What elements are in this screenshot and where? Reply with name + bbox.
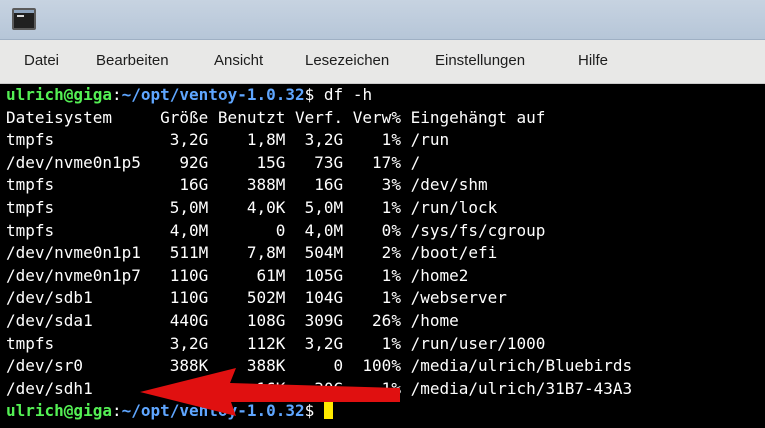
prompt-separator: : xyxy=(111,85,122,104)
menu-bearbeiten[interactable]: Bearbeiten xyxy=(96,52,169,69)
menu-einstellungen[interactable]: Einstellungen xyxy=(435,52,525,69)
prompt-path: ~/opt/ventoy-1.0.32 xyxy=(121,85,305,104)
output-line: /dev/nvme0n1p7 110G 61M 105G 1% /home2 xyxy=(6,265,469,285)
output-line: /dev/nvme0n1p1 511M 7,8M 504M 2% /boot/e… xyxy=(6,243,498,263)
menu-ansicht[interactable]: Ansicht xyxy=(214,52,263,69)
output-line: tmpfs 3,2G 112K 3,2G 1% /run/user/1000 xyxy=(6,333,546,353)
text-cursor xyxy=(323,400,333,420)
terminal-output[interactable]: ulrich@giga:~/opt/ventoy-1.0.32$ df -h D… xyxy=(0,84,765,428)
output-line: /dev/sda1 440G 108G 309G 26% /home xyxy=(6,311,459,330)
command-line: ulrich@giga:~/opt/ventoy-1.0.32$ df -h xyxy=(6,84,372,107)
output-line: tmpfs 16G 388M 16G 3% /dev/shm xyxy=(6,175,488,195)
output-line: tmpfs 3,2G 1,8M 3,2G 1% /run xyxy=(6,130,450,150)
prompt-user: ulrich@giga xyxy=(6,85,112,104)
terminal-window: Datei Bearbeiten Ansicht Lesezeichen Ein… xyxy=(0,0,765,428)
prompt-line: ulrich@giga:~/opt/ventoy-1.0.32$ xyxy=(6,400,333,423)
output-line: tmpfs 4,0M 0 4,0M 0% /sys/fs/cgroup xyxy=(6,220,546,240)
output-line: tmpfs 5,0M 4,0K 5,0M 1% /run/lock xyxy=(6,198,498,217)
prompt-path: ~/opt/ventoy-1.0.32 xyxy=(121,401,305,421)
command-text: df -h xyxy=(314,85,373,104)
menu-bar: Datei Bearbeiten Ansicht Lesezeichen Ein… xyxy=(0,40,765,84)
output-line: /dev/sdb1 110G 502M 104G 1% /webserver xyxy=(6,288,507,308)
prompt-dollar: $ xyxy=(304,401,315,421)
output-line-sdh1: /dev/sdh1 30G 16K 30G 1% /media/ulrich/3… xyxy=(6,378,633,398)
output-line: /dev/nvme0n1p5 92G 15G 73G 17% / xyxy=(6,152,421,172)
prompt-separator: : xyxy=(111,401,122,421)
menu-lesezeichen[interactable]: Lesezeichen xyxy=(305,52,389,69)
title-bar[interactable] xyxy=(0,0,765,40)
output-header: Dateisystem Größe Benutzt Verf. Verw% Ei… xyxy=(6,107,546,127)
menu-hilfe[interactable]: Hilfe xyxy=(578,52,608,69)
prompt-dollar: $ xyxy=(304,85,315,104)
prompt-user: ulrich@giga xyxy=(6,401,112,421)
terminal-icon[interactable] xyxy=(12,8,36,30)
menu-datei[interactable]: Datei xyxy=(24,52,59,69)
output-line: /dev/sr0 388K 388K 0 100% /media/ulrich/… xyxy=(6,356,633,376)
